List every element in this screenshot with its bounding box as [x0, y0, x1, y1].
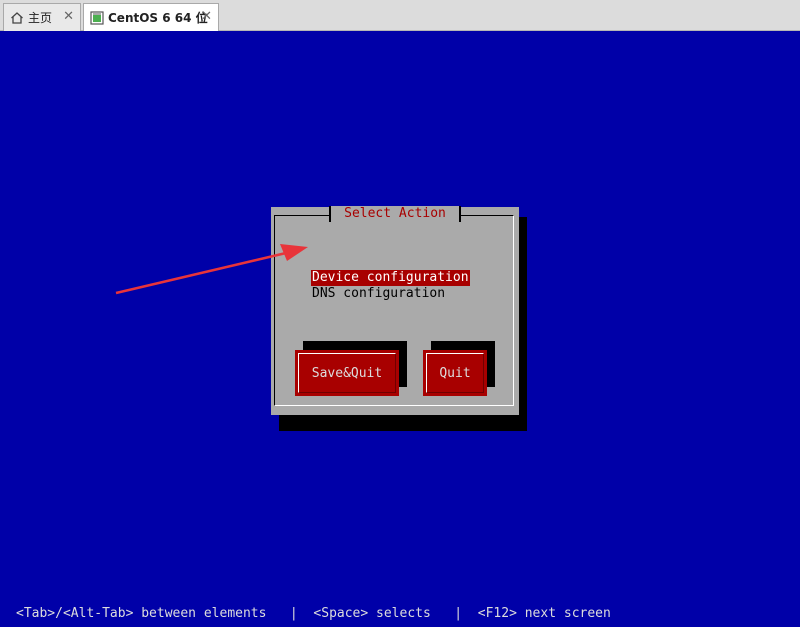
menu-item-dns-configuration[interactable]: DNS configuration [311, 286, 446, 302]
save-quit-button[interactable]: Save&Quit [295, 350, 399, 396]
tab-home-label: 主页 [28, 11, 53, 25]
close-icon[interactable]: ✕ [201, 9, 212, 24]
tab-bar: 主页 ✕ CentOS 6 64 位 ✕ [0, 0, 800, 31]
action-menu[interactable]: Device configuration DNS configuration [311, 270, 470, 302]
home-icon [11, 11, 23, 24]
quit-button[interactable]: Quit [423, 350, 487, 396]
vm-console[interactable]: Select Action Device configuration DNS c… [0, 31, 800, 627]
dialog-title: Select Action [329, 206, 461, 222]
tab-vm-label: CentOS 6 64 位 [108, 11, 208, 25]
vm-icon [90, 10, 104, 25]
tab-home[interactable]: 主页 ✕ [3, 3, 81, 31]
menu-item-device-configuration[interactable]: Device configuration [311, 270, 470, 286]
status-bar: <Tab>/<Alt-Tab> between elements | <Spac… [16, 606, 611, 621]
select-action-dialog: Select Action Device configuration DNS c… [271, 206, 519, 415]
save-quit-button-label: Save&Quit [298, 353, 396, 393]
quit-button-label: Quit [426, 353, 484, 393]
tab-centos-vm[interactable]: CentOS 6 64 位 ✕ [83, 3, 219, 31]
close-icon[interactable]: ✕ [63, 9, 74, 24]
